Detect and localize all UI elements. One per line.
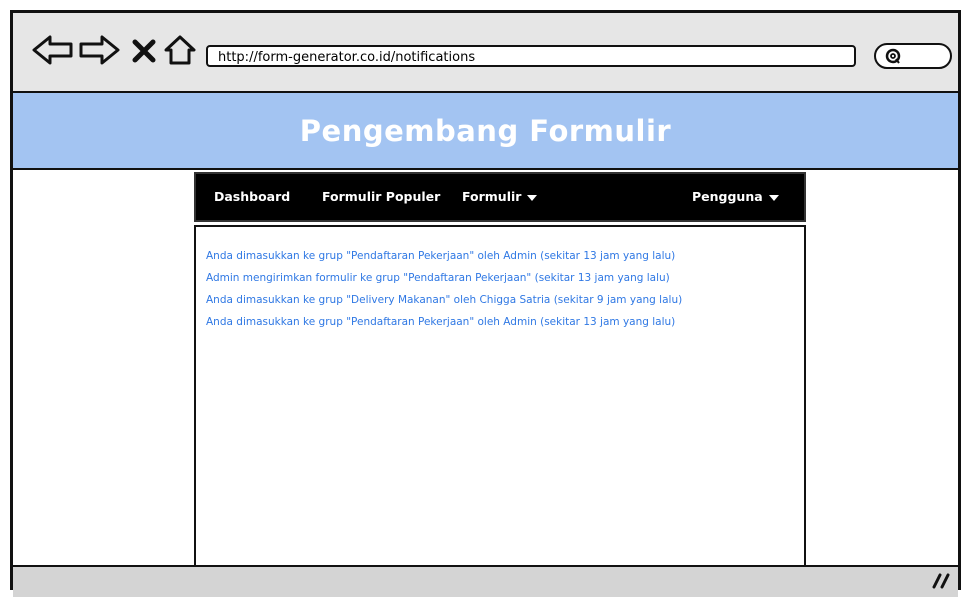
browser-toolbar: http://form-generator.co.id/notification… [13, 13, 958, 93]
notification-list: Anda dimasukkan ke grup "Pendaftaran Pek… [206, 245, 682, 333]
notification-item[interactable]: Anda dimasukkan ke grup "Delivery Makana… [206, 289, 682, 311]
search-icon [884, 48, 902, 70]
notification-item[interactable]: Anda dimasukkan ke grup "Pendaftaran Pek… [206, 245, 682, 267]
site-header-banner: Pengembang Formulir [13, 93, 958, 170]
nav-item-formulir-populer[interactable]: Formulir Populer [322, 174, 440, 220]
notifications-panel: Anda dimasukkan ke grup "Pendaftaran Pek… [194, 225, 806, 568]
close-icon[interactable] [131, 38, 157, 68]
url-bar[interactable]: http://form-generator.co.id/notification… [206, 45, 856, 67]
nav-item-pengguna-label: Pengguna [692, 189, 763, 204]
browser-window: http://form-generator.co.id/notification… [10, 10, 961, 597]
chevron-down-icon [768, 194, 779, 201]
nav-item-pengguna[interactable]: Pengguna [692, 174, 779, 220]
main-navbar: Dashboard Formulir Populer Formulir Peng… [194, 172, 806, 222]
nav-item-formulir[interactable]: Formulir [462, 174, 538, 220]
notification-item[interactable]: Admin mengirimkan formulir ke grup "Pend… [206, 267, 682, 289]
notification-item[interactable]: Anda dimasukkan ke grup "Pendaftaran Pek… [206, 311, 682, 333]
nav-item-dashboard[interactable]: Dashboard [214, 174, 290, 220]
browser-search-field[interactable] [874, 43, 952, 69]
chevron-down-icon [527, 194, 538, 201]
home-icon[interactable] [163, 34, 197, 70]
nav-item-formulir-label: Formulir [462, 189, 522, 204]
site-title: Pengembang Formulir [299, 113, 672, 148]
forward-arrow-icon[interactable] [77, 33, 121, 71]
browser-status-bar [13, 565, 958, 597]
resize-grip-icon[interactable] [932, 571, 952, 593]
back-arrow-icon[interactable] [31, 33, 75, 71]
